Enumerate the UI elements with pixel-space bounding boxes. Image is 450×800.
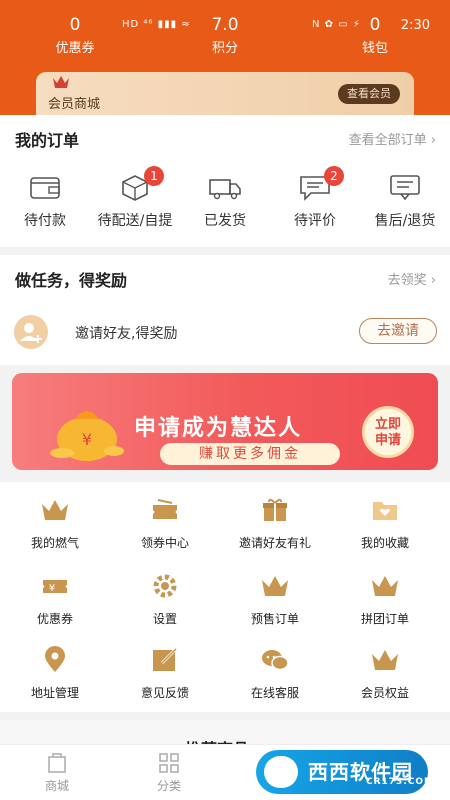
crown-icon — [372, 650, 398, 670]
grid-label: 邀请好友有礼 — [238, 536, 311, 550]
view-vip-button[interactable]: 查看会员 — [338, 84, 400, 104]
folder-heart-icon — [373, 502, 397, 520]
grid-item-favorites[interactable]: 我的收藏 — [330, 496, 440, 551]
grid-item-customer-service[interactable]: 在线客服 — [220, 646, 330, 701]
gift-icon — [263, 498, 287, 521]
order-badge: 2 — [324, 166, 344, 186]
edit-icon — [153, 647, 178, 671]
order-shipped[interactable]: 已发货 — [180, 172, 270, 230]
points-stat[interactable]: 7.0 积分 — [180, 14, 270, 59]
coupon-count: 0 — [69, 15, 81, 35]
truck-icon — [209, 179, 241, 200]
crown-icon — [372, 576, 398, 596]
chat-icon — [262, 650, 289, 671]
grid-item-gas[interactable]: 我的燃气 — [0, 496, 110, 551]
wallet-count: 0 — [369, 15, 381, 35]
grid-label: 我的收藏 — [360, 536, 409, 550]
tasks-title: 做任务，得奖励 — [15, 271, 128, 290]
grid-label: 拼团订单 — [360, 612, 409, 626]
points-count: 7.0 — [211, 15, 239, 35]
vip-label: 会员商城 — [48, 97, 101, 112]
wallet-label: 钱包 — [361, 41, 388, 56]
grid-label: 预售订单 — [250, 612, 299, 626]
claim-reward-link[interactable]: 去领奖 › — [388, 269, 436, 288]
crown-icon — [42, 500, 68, 520]
invite-button[interactable]: 去邀请 — [359, 318, 437, 344]
order-label: 待评价 — [294, 213, 336, 229]
grid-label: 设置 — [152, 612, 177, 626]
order-pending-delivery[interactable]: 1 待配送/自提 — [90, 166, 180, 230]
apply-now-button[interactable]: 立即 申请 — [362, 406, 414, 458]
grid-item-invite-gift[interactable]: 邀请好友有礼 — [220, 496, 330, 551]
order-pending-review[interactable]: 2 待评价 — [270, 166, 360, 230]
watermark-domain: CR173.COM — [366, 777, 434, 787]
svg-text:¥: ¥ — [82, 430, 92, 449]
order-label: 已发货 — [204, 213, 246, 229]
wallet-stat[interactable]: 0 钱包 — [330, 14, 420, 59]
message-icon — [390, 175, 420, 201]
order-label: 待付款 — [24, 213, 66, 229]
coupon-label: 优惠券 — [55, 41, 95, 56]
invite-text: 邀请好友,得奖励 — [75, 326, 178, 342]
order-label: 待配送/自提 — [97, 213, 173, 229]
tab-mall[interactable]: 商城 — [27, 751, 87, 794]
services-grid: 我的燃气 领券中心 邀请好友有礼 我的收藏 ¥ 优惠券 设置 预售订单 拼团订单… — [0, 482, 450, 712]
grid-icon — [159, 753, 179, 773]
orders-title: 我的订单 — [15, 131, 80, 150]
orders-section: 我的订单 查看全部订单 › 待付款 1 待配送/自提 已发货 2 待评价 售后/… — [0, 115, 450, 247]
grid-label: 会员权益 — [360, 686, 409, 700]
crown-icon — [262, 576, 288, 596]
grid-label: 我的燃气 — [30, 536, 79, 550]
tab-label: 商城 — [44, 779, 69, 793]
money-bag-icon: ¥ — [50, 411, 124, 461]
order-badge: 1 — [144, 166, 164, 186]
order-after-sales[interactable]: 售后/退货 — [360, 172, 450, 230]
add-user-icon — [14, 315, 48, 349]
promo-banner[interactable]: ¥ 申请成为慧达人 赚取更多佣金 立即 申请 — [12, 373, 438, 470]
banner-title: 申请成为慧达人 — [134, 416, 303, 441]
wallet-icon — [30, 177, 60, 199]
tab-label: 分类 — [156, 779, 181, 793]
grid-item-presale[interactable]: 预售订单 — [220, 572, 330, 627]
crown-icon — [53, 76, 69, 88]
grid-label: 领券中心 — [140, 536, 189, 550]
grid-item-coupons[interactable]: ¥ 优惠券 — [0, 572, 110, 627]
points-label: 积分 — [211, 41, 238, 56]
grid-item-settings[interactable]: 设置 — [110, 572, 220, 627]
apply-line-1: 立即 — [374, 417, 401, 432]
location-icon — [45, 646, 65, 672]
bag-icon — [48, 753, 66, 773]
grid-label: 意见反馈 — [140, 686, 189, 700]
grid-label: 在线客服 — [250, 686, 299, 700]
order-label: 售后/退货 — [374, 213, 436, 229]
profile-header: HD ⁴⁶ ▮▮▮ ≈ N ✿ ▭ ⚡ 2:30 0 优惠券 7.0 积分 0 … — [0, 0, 450, 115]
grid-item-feedback[interactable]: 意见反馈 — [110, 646, 220, 701]
watermark-logo: 西西软件园 CR173.COM — [256, 750, 433, 794]
order-pending-payment[interactable]: 待付款 — [0, 172, 90, 230]
grid-item-coupon-center[interactable]: 领券中心 — [110, 496, 220, 551]
grid-item-group-buy[interactable]: 拼团订单 — [330, 572, 440, 627]
grid-label: 地址管理 — [30, 686, 79, 700]
grid-item-address[interactable]: 地址管理 — [0, 646, 110, 701]
banner-subtitle: 赚取更多佣金 — [160, 443, 340, 465]
grid-label: 优惠券 — [36, 612, 73, 626]
svg-text:¥: ¥ — [49, 583, 55, 594]
tasks-section: 做任务，得奖励 去领奖 › 邀请好友,得奖励 去邀请 — [0, 255, 450, 365]
grid-item-member-benefits[interactable]: 会员权益 — [330, 646, 440, 701]
vip-card[interactable]: 会员商城 查看会员 — [36, 72, 414, 115]
gear-icon — [153, 574, 177, 598]
yen-ticket-icon: ¥ — [43, 580, 67, 594]
tab-category[interactable]: 分类 — [139, 751, 199, 794]
apply-line-2: 申请 — [374, 433, 401, 448]
coupon-stat[interactable]: 0 优惠券 — [30, 14, 120, 59]
coupon-icon — [153, 499, 177, 519]
view-all-orders-link[interactable]: 查看全部订单 › — [349, 129, 436, 148]
